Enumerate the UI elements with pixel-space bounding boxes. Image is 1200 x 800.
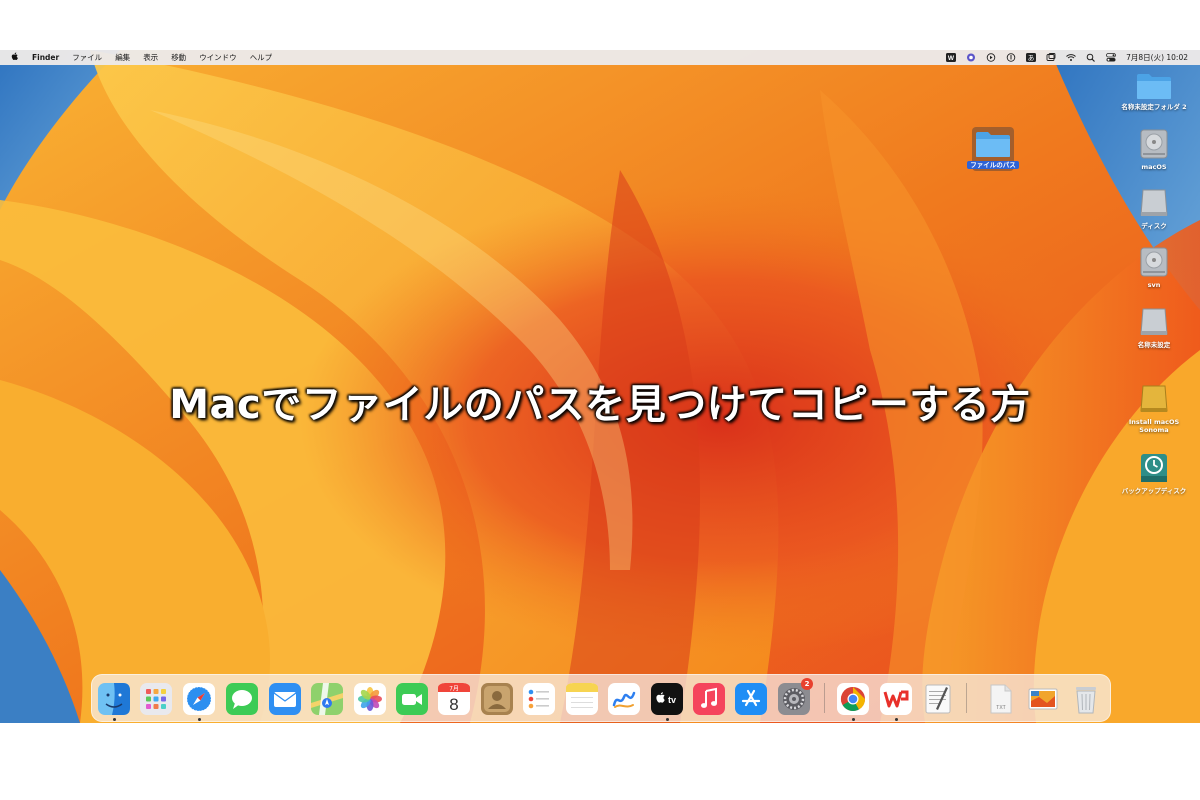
input-method-icon[interactable]: あ [1026, 53, 1037, 62]
wps-office-icon[interactable] [880, 683, 912, 715]
hard-disk-icon [1140, 129, 1168, 159]
screen-record-icon[interactable] [966, 53, 976, 62]
apple-tv-icon[interactable]: tv [651, 683, 683, 715]
desktop-item-label: 名称未設定 [1137, 341, 1171, 349]
launchpad-icon[interactable] [140, 683, 172, 715]
desktop-folder-untitled-2[interactable]: 名称未設定フォルダ 2 [1114, 72, 1194, 111]
menu-edit[interactable]: 編集 [115, 52, 130, 63]
chrome-icon[interactable] [837, 683, 869, 715]
article-title-caption: Macでファイルのパスを見つけてコピーする方 [169, 382, 1031, 428]
input-method-label: あ [1028, 54, 1035, 62]
wifi-icon[interactable] [1066, 53, 1076, 62]
text-file-icon[interactable]: TXT [984, 683, 1016, 715]
safari-icon[interactable] [183, 683, 215, 715]
desktop-disk-backup[interactable]: バックアップディスク [1114, 452, 1194, 495]
running-indicator [113, 718, 116, 721]
wps-icon[interactable]: W [946, 53, 957, 62]
external-disk-icon [1140, 189, 1168, 216]
calendar-month-label: 7月 [449, 686, 459, 693]
desktop-item-label: ファイルのパス [967, 161, 1019, 169]
desktop-disk-untitled[interactable]: 名称未設定 [1114, 306, 1194, 349]
hard-disk-icon [1140, 247, 1168, 277]
calendar-icon[interactable]: 7月 8 [438, 683, 470, 715]
menu-file[interactable]: ファイル [72, 52, 102, 63]
dock: 7月 8 tv 2 TXT [91, 674, 1111, 722]
finder-icon[interactable] [98, 683, 130, 715]
control-center-icon[interactable] [1106, 53, 1116, 62]
running-indicator [198, 718, 201, 721]
trash-icon[interactable] [1070, 683, 1102, 715]
running-indicator [666, 718, 669, 721]
tv-label: tv [668, 695, 676, 705]
desktop-disk-macos[interactable]: macOS [1114, 128, 1194, 171]
wps-label: W [948, 55, 955, 62]
apple-menu-icon[interactable] [11, 52, 19, 63]
maps-icon[interactable] [311, 683, 343, 715]
desktop-item-label: バックアップディスク [1121, 487, 1187, 495]
reminders-icon[interactable] [523, 683, 555, 715]
contacts-icon[interactable] [481, 683, 513, 715]
notes-icon[interactable] [566, 683, 598, 715]
external-disk-icon [1140, 308, 1168, 335]
menu-app-finder[interactable]: Finder [32, 53, 59, 62]
dock-separator [824, 683, 825, 713]
time-machine-icon [1141, 454, 1167, 482]
txt-label: TXT [996, 705, 1005, 711]
freeform-icon[interactable] [608, 683, 640, 715]
menu-window[interactable]: ウインドウ [199, 52, 237, 63]
menu-view[interactable]: 表示 [143, 52, 158, 63]
macos-desktop: Finder ファイル 編集 表示 移動 ウインドウ ヘルプ W あ 7月8日(… [0, 50, 1200, 723]
desktop-disk-svn[interactable]: svn [1114, 246, 1194, 289]
music-icon[interactable] [693, 683, 725, 715]
menu-bar: Finder ファイル 編集 表示 移動 ウインドウ ヘルプ W あ 7月8日(… [0, 50, 1200, 65]
mail-icon[interactable] [269, 683, 301, 715]
desktop-item-label: macOS [1141, 163, 1167, 171]
desktop-folder-file-path[interactable]: ファイルのパス [953, 130, 1033, 169]
desktop-item-label: 名称未設定フォルダ 2 [1121, 103, 1187, 111]
menu-go[interactable]: 移動 [171, 52, 186, 63]
folder-icon [976, 132, 1010, 157]
screenshot-folder-icon[interactable] [1027, 683, 1059, 715]
running-indicator [852, 718, 855, 721]
messages-icon[interactable] [226, 683, 258, 715]
play-icon[interactable] [986, 53, 996, 62]
textedit-icon[interactable] [922, 683, 954, 715]
desktop-item-label: svn [1147, 281, 1161, 289]
window-icon[interactable] [1046, 53, 1056, 62]
facetime-icon[interactable] [396, 683, 428, 715]
app-store-icon[interactable] [735, 683, 767, 715]
desktop-item-label: ディスク [1141, 222, 1167, 230]
running-indicator [895, 718, 898, 721]
menu-help[interactable]: ヘルプ [250, 52, 273, 63]
search-icon[interactable] [1086, 53, 1096, 62]
calendar-day-label: 8 [449, 695, 458, 714]
info-icon[interactable] [1006, 53, 1016, 62]
photos-icon[interactable] [354, 683, 386, 715]
dock-separator [966, 683, 967, 713]
notification-badge: 2 [801, 678, 813, 690]
desktop-disk-disk[interactable]: ディスク [1114, 187, 1194, 230]
menu-clock[interactable]: 7月8日(火) 10:02 [1126, 52, 1188, 63]
folder-icon [1137, 74, 1171, 99]
